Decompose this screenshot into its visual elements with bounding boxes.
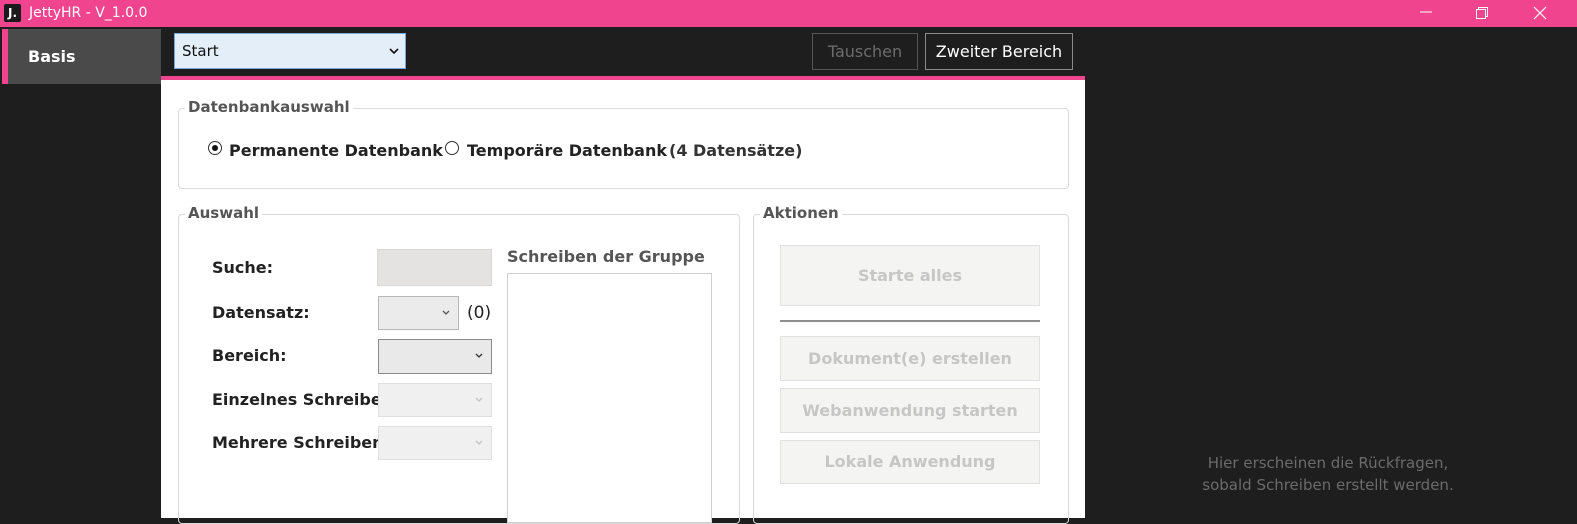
minimize-icon	[1420, 11, 1432, 13]
app-logo: J.	[4, 4, 21, 22]
bereich-select[interactable]	[378, 339, 492, 374]
chevron-down-icon	[475, 353, 483, 358]
restore-icon	[1476, 7, 1488, 19]
suche-label: Suche:	[212, 258, 274, 277]
sidebar-item-label: Basis	[28, 47, 76, 66]
chevron-down-icon	[442, 310, 450, 315]
actions-divider	[780, 320, 1040, 322]
lokale-anwendung-button[interactable]: Lokale Anwendung	[780, 440, 1040, 484]
permanent-radio-label[interactable]: Permanente Datenbank	[229, 141, 443, 160]
chevron-down-icon	[475, 397, 483, 402]
app-title: JettyHR - V_1.0.0	[29, 5, 148, 21]
datenbank-legend: Datenbankauswahl	[185, 98, 353, 116]
gruppe-label: Schreiben der Gruppe	[507, 247, 705, 266]
close-icon	[1533, 6, 1547, 20]
sidebar: Basis	[0, 27, 161, 518]
temporary-radio-label[interactable]: Temporäre Datenbank	[467, 141, 667, 160]
auswahl-legend: Auswahl	[185, 204, 263, 222]
tauschen-button[interactable]: Tauschen	[812, 33, 918, 70]
dokument-erstellen-button[interactable]: Dokument(e) erstellen	[780, 336, 1040, 381]
permanent-radio[interactable]	[208, 141, 222, 155]
temporary-radio[interactable]	[445, 141, 459, 155]
search-input[interactable]	[377, 249, 492, 286]
bereich-label: Bereich:	[212, 346, 287, 365]
chevron-down-icon	[475, 440, 483, 445]
einzelnes-label: Einzelnes Schreiben	[212, 390, 394, 409]
sidebar-item-basis[interactable]: Basis	[2, 29, 161, 84]
starte-alles-button[interactable]: Starte alles	[780, 245, 1040, 306]
page-select-value: Start	[182, 42, 219, 60]
aktionen-legend: Aktionen	[760, 204, 842, 222]
datensatz-select[interactable]	[378, 296, 459, 330]
mehrere-select[interactable]	[378, 426, 492, 460]
gruppe-list[interactable]	[507, 273, 712, 523]
zweiter-bereich-button[interactable]: Zweiter Bereich	[925, 33, 1073, 70]
close-button[interactable]	[1517, 0, 1563, 27]
minimize-button[interactable]	[1403, 0, 1449, 27]
feedback-hint-line2: sobald Schreiben erstellt werden.	[1202, 476, 1454, 494]
mehrere-label: Mehrere Schreiben:	[212, 433, 390, 452]
datensatz-count: (0)	[467, 303, 492, 323]
feedback-hint: Hier erscheinen die Rückfragen, sobald S…	[1160, 452, 1496, 496]
feedback-hint-line1: Hier erscheinen die Rückfragen,	[1207, 454, 1449, 472]
title-bar: J. JettyHR - V_1.0.0	[0, 0, 1577, 27]
page-select[interactable]: Start	[174, 33, 406, 69]
datensatz-label: Datensatz:	[212, 303, 310, 322]
restore-button[interactable]	[1459, 0, 1505, 27]
einzelnes-select[interactable]	[378, 383, 492, 417]
record-count: (4 Datensätze)	[669, 141, 803, 160]
webanwendung-starten-button[interactable]: Webanwendung starten	[780, 388, 1040, 433]
chevron-down-icon	[389, 48, 399, 55]
